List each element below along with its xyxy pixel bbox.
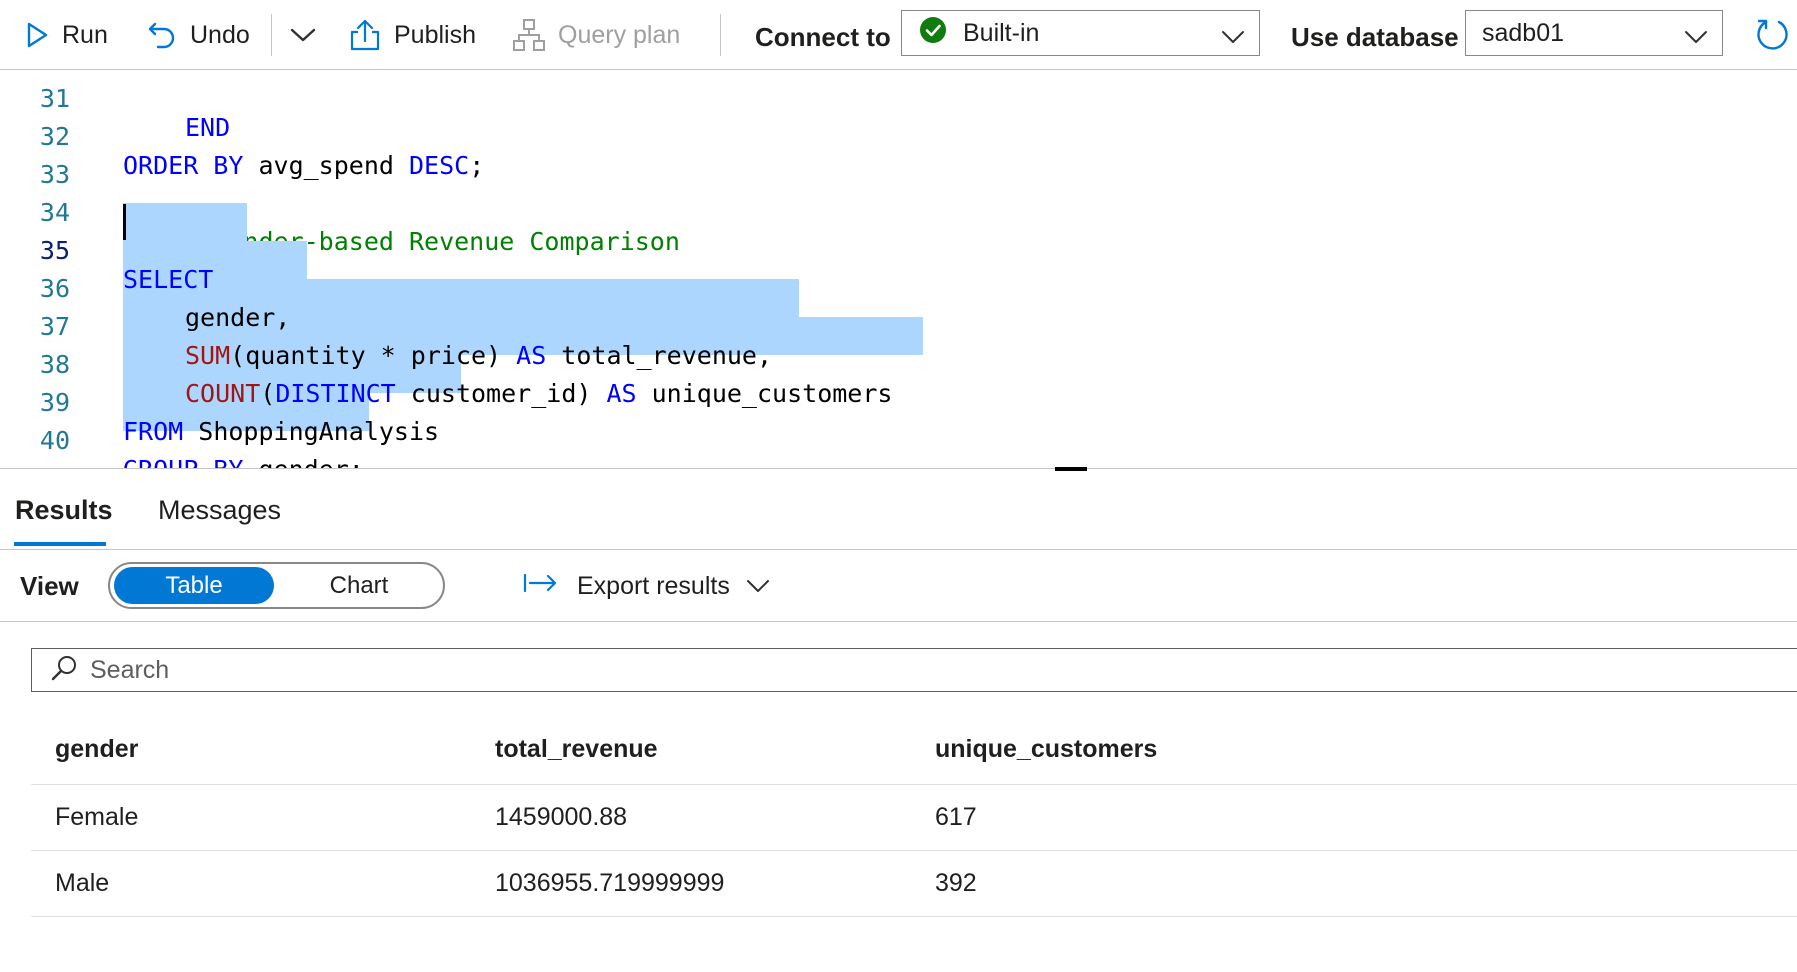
table-cell: Male [55,869,110,897]
undo-label: Undo [190,20,250,49]
refresh-button[interactable] [1754,0,1790,70]
publish-icon [348,18,382,52]
undo-icon [146,19,178,51]
column-header-gender[interactable]: gender [55,715,138,784]
refresh-icon [1754,17,1790,53]
code-line: 33 [0,127,1797,189]
code-line: 34 -- 4. Gender-based Revenue Comparison [0,165,1797,256]
export-arrow-icon [523,572,559,601]
table-cell: Female [55,803,139,831]
view-chart-option[interactable]: Chart [280,567,438,604]
toolbar: Run Undo Publish Query plan Connect to B… [0,0,1797,70]
chevron-down-icon [1684,23,1708,52]
active-tab-indicator [14,542,106,546]
play-icon [24,21,50,49]
column-header-unique-customers[interactable]: unique_customers [935,715,1157,784]
table-cell: 1459000.88 [495,803,628,831]
table-row[interactable]: Male 1036955.719999999 392 [31,851,1797,917]
code-line: 36 gender, [0,241,1797,332]
connect-to-dropdown[interactable]: Built-in [901,10,1260,56]
view-toggle: Table Chart [108,562,445,609]
undo-button[interactable]: Undo [146,0,250,70]
view-table-option[interactable]: Table [114,567,274,604]
code-line: 32 ORDER BY avg_spend DESC; [0,89,1797,180]
code-line: 38 COUNT(DISTINCT customer_id) AS unique… [0,317,1797,408]
line-number: 41 [0,460,70,468]
query-plan-button[interactable]: Query plan [512,0,680,70]
pane-splitter[interactable] [0,468,1797,469]
chevron-down-icon [290,27,316,43]
tab-messages[interactable]: Messages [158,470,281,550]
table-cell: 617 [935,803,977,831]
column-header-total-revenue[interactable]: total_revenue [495,715,658,784]
use-database-value: sadb01 [1482,18,1565,47]
use-database-label: Use database [1291,21,1459,52]
export-results-label: Export results [577,571,730,600]
chevron-down-icon [1221,23,1245,52]
results-table: gender total_revenue unique_customers Fe… [31,715,1797,917]
query-plan-icon [512,18,546,52]
results-search-input[interactable]: Search [31,648,1797,692]
code-line: 40 GROUP BY gender; [0,393,1797,468]
table-header-row: gender total_revenue unique_customers [31,715,1797,785]
results-tabs: Results Messages [0,470,1797,550]
search-icon [32,654,78,687]
code-line: 35 SELECT [0,203,1797,294]
table-row[interactable]: Female 1459000.88 617 [31,785,1797,851]
publish-label: Publish [394,20,476,49]
table-cell: 392 [935,869,977,897]
search-placeholder: Search [90,655,170,684]
view-toolbar: View Table Chart Export results [0,550,1797,622]
toolbar-divider [720,14,721,56]
code-line: 39 FROM ShoppingAnalysis [0,355,1797,446]
table-cell: 1036955.719999999 [495,869,725,897]
run-label: Run [62,20,108,49]
code-line: 41 [0,431,1797,468]
code-line: 37 SUM(quantity * price) AS total_revenu… [0,279,1797,370]
tab-results[interactable]: Results [15,470,113,550]
connect-to-value: Built-in [963,18,1040,47]
undo-more-button[interactable] [290,0,316,70]
sql-editor[interactable]: 31 END 32 ORDER BY avg_spend DESC; 33 34… [0,70,1797,468]
query-plan-label: Query plan [558,20,681,49]
export-results-button[interactable]: Export results [523,550,770,622]
use-database-dropdown[interactable]: sadb01 [1465,10,1723,56]
chevron-down-icon [746,572,770,601]
toolbar-divider [271,14,272,56]
publish-button[interactable]: Publish [348,0,476,70]
view-label: View [20,570,79,601]
connect-to-label: Connect to [755,21,891,52]
check-circle-icon [919,16,947,51]
code-line: 31 END [0,70,1797,142]
run-button[interactable]: Run [24,0,108,70]
